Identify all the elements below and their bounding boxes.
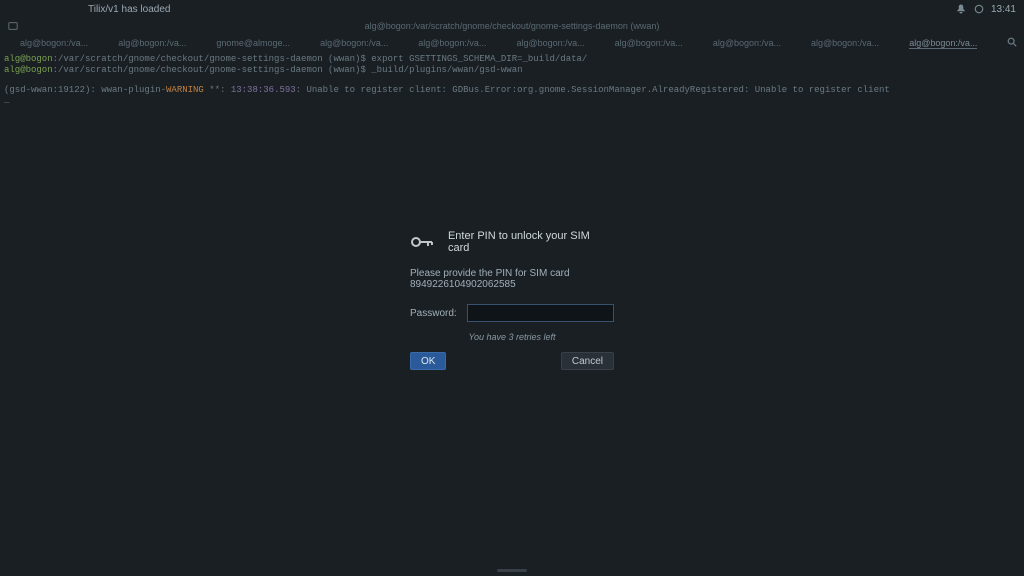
dialog-header: Enter PIN to unlock your SIM card (410, 230, 614, 254)
tab-3[interactable]: alg@bogon:/va... (320, 38, 388, 48)
window-title-bar: alg@bogon:/var/scratch/gnome/checkout/gn… (0, 18, 1024, 34)
pin-dialog: Enter PIN to unlock your SIM card Please… (410, 230, 614, 370)
terminal-cursor: _ (4, 95, 1020, 106)
tab-4[interactable]: alg@bogon:/va... (418, 38, 486, 48)
tabs-row: alg@bogon:/va... alg@bogon:/va... gnome@… (0, 34, 1024, 52)
top-bar-right: 13:41 (955, 3, 1016, 15)
cancel-button[interactable]: Cancel (561, 352, 614, 370)
dialog-subtitle: Please provide the PIN for SIM card 8949… (410, 268, 614, 290)
top-bar: Tilix/v1 has loaded 13:41 (0, 0, 1024, 18)
terminal-icon (8, 21, 18, 31)
bell-icon[interactable] (955, 3, 967, 15)
tab-6[interactable]: alg@bogon:/va... (615, 38, 683, 48)
search-icon[interactable] (1007, 37, 1017, 49)
terminal[interactable]: alg@bogon:/var/scratch/gnome/checkout/gn… (0, 52, 1024, 108)
bottom-handle[interactable] (497, 569, 527, 572)
tab-5[interactable]: alg@bogon:/va... (516, 38, 584, 48)
tab-7[interactable]: alg@bogon:/va... (713, 38, 781, 48)
window-path: alg@bogon:/var/scratch/gnome/checkout/gn… (365, 21, 660, 31)
ok-button[interactable]: OK (410, 352, 446, 370)
activities-label: Tilix/v1 has loaded (88, 4, 170, 15)
tab-8[interactable]: alg@bogon:/va... (811, 38, 879, 48)
tab-0[interactable]: alg@bogon:/va... (20, 38, 88, 48)
terminal-line: (gsd-wwan:19122): wwan-plugin-WARNING **… (4, 85, 1020, 96)
status-icon[interactable] (973, 3, 985, 15)
dialog-buttons: OK Cancel (410, 352, 614, 370)
tab-9[interactable]: alg@bogon:/va... (909, 38, 977, 49)
retries-hint: You have 3 retries left (410, 332, 614, 342)
terminal-line: alg@bogon:/var/scratch/gnome/checkout/gn… (4, 65, 1020, 76)
password-input[interactable] (467, 304, 614, 322)
clock: 13:41 (991, 4, 1016, 15)
password-label: Password: (410, 308, 457, 319)
tab-2[interactable]: gnome@almoge... (216, 38, 290, 48)
terminal-line: alg@bogon:/var/scratch/gnome/checkout/gn… (4, 54, 1020, 65)
tab-1[interactable]: alg@bogon:/va... (118, 38, 186, 48)
dialog-title: Enter PIN to unlock your SIM card (448, 230, 614, 254)
key-icon (410, 233, 434, 251)
password-field-row: Password: (410, 304, 614, 322)
